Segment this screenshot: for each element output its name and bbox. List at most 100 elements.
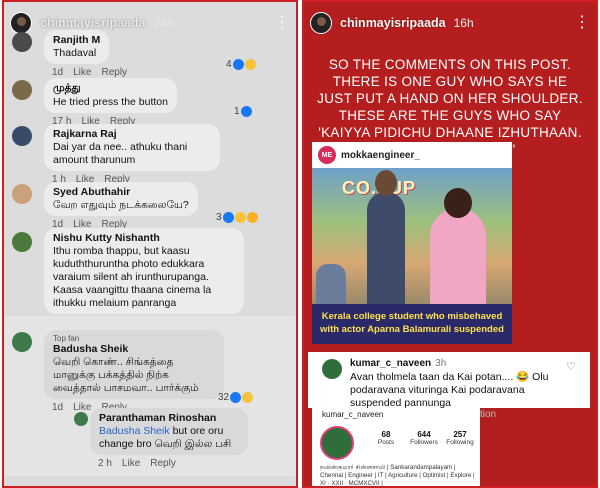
story-username[interactable]: chinmayisripaada [40,16,146,30]
comment-actions: 1d Like Reply [44,67,127,78]
comment-header: kumar_c_naveen 3h [350,358,446,369]
story-time: 24h [153,16,174,30]
comment-time: 1d [52,402,64,413]
comment-time: 3h [435,358,447,369]
posts-stat[interactable]: 68 Posts [368,430,404,446]
top-fan-badge: Top fan [53,334,80,343]
comment: Rajkarna Raj Dai yar da nee.. athuku tha… [44,124,220,185]
comment-author[interactable]: Ranjith M [53,34,100,46]
comment-bubble: Rajkarna Raj Dai yar da nee.. athuku tha… [44,124,220,171]
comment-actions: 2 h Like Reply [90,458,248,469]
post-caption: Kerala college student who misbehaved wi… [312,304,512,344]
reaction-count[interactable]: 4 [226,59,256,70]
comment-author[interactable]: Syed Abuthahir [53,186,189,198]
avatar[interactable] [12,232,32,252]
haha-reaction-icon [234,212,246,223]
posts-label: Posts [377,439,395,446]
comment-author[interactable]: Nishu Kutty Nishanth [53,232,235,244]
comment: Nishu Kutty Nishanth Ithu romba thappu, … [44,228,244,314]
comment-text: He tried press the button [53,96,168,108]
account-logo-icon: ME [318,146,336,164]
reaction-number: 32 [218,392,230,403]
partial-text: tion [480,409,497,420]
reply-link[interactable]: Reply [150,458,176,469]
post-account-name[interactable]: mokkaengineer_ [341,150,420,161]
comment-bubble: Ranjith M Thadaval [44,30,110,64]
following-stat[interactable]: 257 Following [442,430,478,446]
avatar[interactable] [12,80,32,100]
photo-figure [316,264,346,304]
left-story-frame: chinmayisripaada 24h ⋮ Ranjith M Thadava… [2,0,298,488]
comment-text: வேற எதுவும் நடக்கலையே? [53,199,189,211]
comment-text: வெறி கொண்.. சிங்கத்தை மானுக்கு பக்கத்தில… [53,356,199,394]
photo-figure [367,170,405,304]
following-label: Following [446,439,474,446]
comment-bubble: Paranthaman Rinoshan Badusha Sheik but o… [90,408,248,455]
comment: Top fan Badusha Sheik வெறி கொண்.. சிங்கத… [44,330,224,413]
avatar[interactable] [12,32,32,52]
more-options-icon[interactable]: ⋮ [274,15,290,31]
profile-avatar[interactable] [320,426,354,460]
reaction-number: 3 [216,212,222,223]
comment-text: Thadaval [53,47,97,59]
like-link[interactable]: Like [122,458,140,469]
more-options-icon[interactable]: ⋮ [574,15,590,31]
followers-count: 644 [417,430,431,439]
posts-count: 68 [381,430,391,439]
comment-time: 2 h [98,458,112,469]
wow-reaction-icon [246,212,258,223]
haha-reaction-icon [242,392,254,403]
comment-author[interactable]: Paranthaman Rinoshan [99,412,239,424]
heart-icon[interactable]: ♡ [566,360,576,373]
avatar[interactable] [74,412,88,426]
avatar[interactable] [12,126,32,146]
comment-text: Badusha Sheik but ore oru change bro வெற… [99,425,231,450]
reply-comment: Paranthaman Rinoshan Badusha Sheik but o… [90,408,248,469]
comment-text: Ithu romba thappu, but kaasu kuduththuru… [53,245,212,309]
story-username[interactable]: chinmayisripaada [340,16,446,30]
like-link[interactable]: Like [73,67,91,78]
screenshot-comment: kumar_c_naveen 3h Avan tholmela taan da K… [308,352,590,409]
photo-figure [430,188,486,304]
profile-card: kumar_c_naveen 68 Posts 644 Followers 25… [312,408,480,486]
followers-label: Followers [410,439,438,446]
right-story-frame: chinmayisripaada 16h ⋮ So the comments o… [302,0,598,488]
comment-time: 1d [52,67,64,78]
story-time: 16h [453,16,474,30]
avatar[interactable] [310,12,332,34]
comment-bubble: Syed Abuthahir வேற எதுவும் நடக்கலையே? [44,182,198,216]
avatar[interactable] [10,12,32,34]
comment-bubble: Top fan Badusha Sheik வெறி கொண்.. சிங்கத… [44,330,224,399]
comment-text: Dai yar da nee.. athuku thani amount tha… [53,141,188,166]
like-reaction-icon [240,106,252,117]
comment: முத்து He tried press the button 17 h Li… [44,78,177,127]
comment-text: Avan tholmela taan da Kai potan.... 😂 Ol… [350,371,549,409]
reaction-count[interactable]: 1 [234,106,252,117]
reply-link[interactable]: Reply [101,67,127,78]
following-count: 257 [453,430,467,439]
reaction-count[interactable]: 32 [218,392,254,403]
comment-author[interactable]: Badusha Sheik [53,343,215,355]
comment-author[interactable]: kumar_c_naveen [350,358,431,369]
post-photo: CO.. UP [312,168,512,304]
comment-bubble: முத்து He tried press the button [44,78,177,113]
post-header: ME mokkaengineer_ [312,142,512,168]
comment-author[interactable]: முத்து [53,82,168,95]
haha-reaction-icon [244,59,256,70]
comment-bubble: Nishu Kutty Nishanth Ithu romba thappu, … [44,228,244,314]
story-header: chinmayisripaada 16h ⋮ [310,10,590,36]
profile-username: kumar_c_naveen [322,410,384,419]
avatar[interactable] [12,184,32,204]
comment-author[interactable]: Rajkarna Raj [53,128,211,140]
comment: Syed Abuthahir வேற எதுவும் நடக்கலையே? 1d… [44,182,198,230]
mention-link[interactable]: Badusha Sheik [99,425,170,437]
like-reaction-icon [230,392,242,403]
followers-stat[interactable]: 644 Followers [406,430,442,446]
avatar[interactable] [322,359,342,379]
reaction-number: 4 [226,59,232,70]
comment: Ranjith M Thadaval 1d Like Reply [44,30,127,78]
like-reaction-icon [222,212,234,223]
shared-post-card[interactable]: ME mokkaengineer_ CO.. UP Kerala college… [312,142,512,344]
avatar[interactable] [12,332,32,352]
reaction-count[interactable]: 3 [216,212,258,223]
